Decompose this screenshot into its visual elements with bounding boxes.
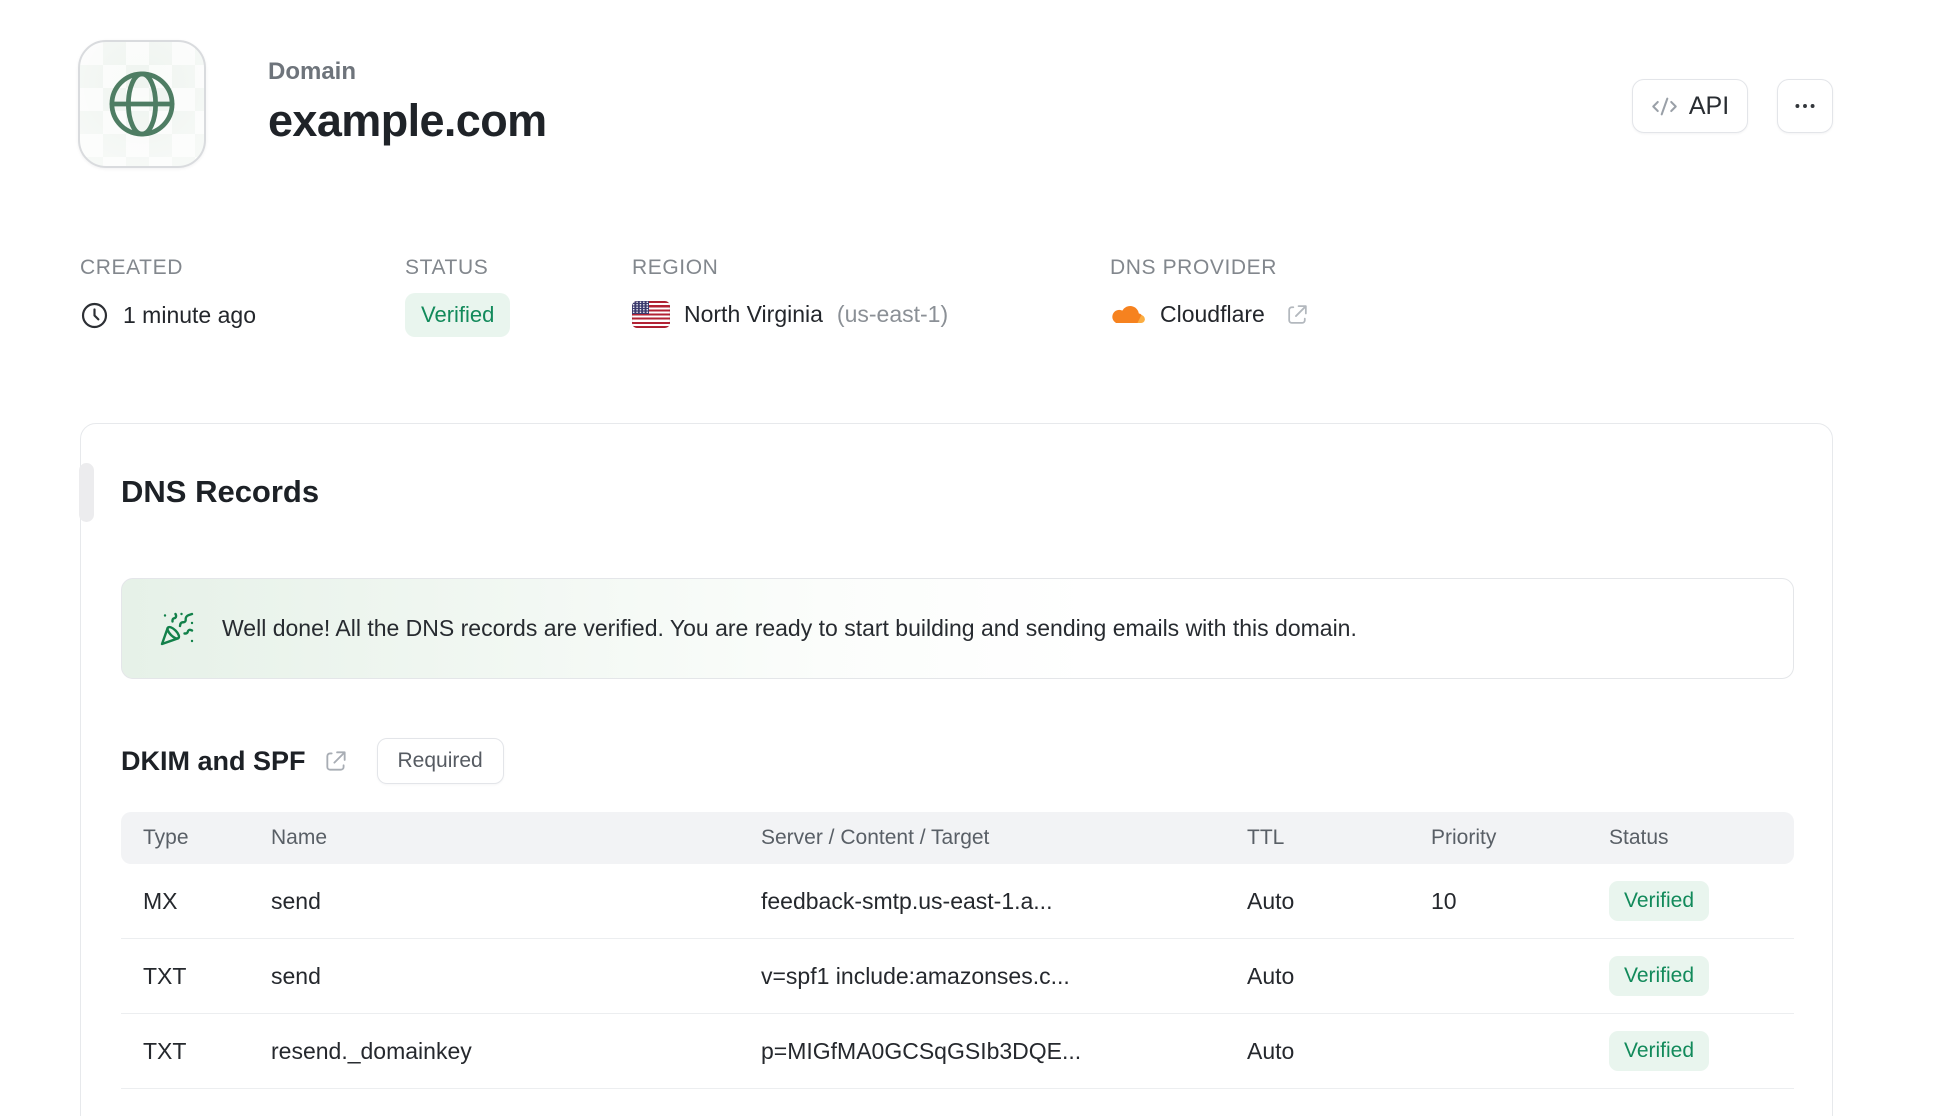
more-options-button[interactable] (1777, 79, 1833, 133)
col-type: Type (143, 826, 189, 849)
record-name: send (271, 962, 321, 989)
record-priority: 10 (1431, 887, 1457, 914)
page-title: example.com (268, 95, 547, 146)
created-label: CREATED (80, 256, 183, 279)
created-value: 1 minute ago (123, 302, 256, 328)
external-link-icon[interactable] (323, 748, 349, 774)
record-type: TXT (143, 962, 187, 989)
code-icon (1651, 93, 1678, 120)
meta-dns-provider: DNS PROVIDER Cloudflare (1110, 256, 1310, 328)
col-priority: Priority (1431, 826, 1497, 849)
record-ttl: Auto (1247, 887, 1295, 914)
table-row: TXT send v=spf1 include:amazonses.c... A… (121, 939, 1794, 1014)
external-link-icon[interactable] (1285, 302, 1310, 327)
dns-records-table: Type Name Server / Content / Target TTL … (121, 812, 1794, 1089)
dkim-spf-title: DKIM and SPF (121, 745, 306, 776)
record-status-badge: Verified (1609, 881, 1710, 921)
dns-records-card: DNS Records Well done! All the DNS recor… (79, 423, 1833, 1116)
region-label: REGION (632, 256, 719, 279)
record-content: p=MIGfMA0GCSqGSIb3DQE... (761, 1037, 1082, 1064)
party-popper-icon (159, 611, 195, 647)
status-badge: Verified (405, 293, 511, 337)
us-flag-icon (632, 301, 670, 328)
col-name: Name (271, 826, 328, 849)
record-content: feedback-smtp.us-east-1.a... (761, 887, 1053, 914)
region-code: (us-east-1) (836, 301, 949, 327)
cloudflare-icon (1110, 301, 1146, 328)
region-name: North Virginia (684, 301, 823, 327)
table-row: MX send feedback-smtp.us-east-1.a... Aut… (121, 864, 1794, 939)
record-name: send (271, 887, 321, 914)
record-ttl: Auto (1247, 962, 1295, 989)
col-ttl: TTL (1247, 826, 1285, 849)
dns-provider-label: DNS PROVIDER (1110, 256, 1278, 279)
status-label: STATUS (405, 256, 489, 279)
globe-icon (104, 66, 180, 142)
table-row: TXT resend._domainkey p=MIGfMA0GCSqGSIb3… (121, 1014, 1794, 1089)
col-status: Status (1609, 826, 1669, 849)
record-type: TXT (143, 1037, 187, 1064)
record-type: MX (143, 887, 178, 914)
record-ttl: Auto (1247, 1037, 1295, 1064)
dns-records-title: DNS Records (121, 474, 320, 509)
record-name: resend._domainkey (271, 1037, 472, 1064)
dns-provider-value: Cloudflare (1160, 301, 1265, 327)
record-status-badge: Verified (1609, 956, 1710, 996)
section-indicator (79, 463, 94, 522)
col-content: Server / Content / Target (761, 826, 990, 849)
domain-label: Domain (268, 58, 357, 85)
api-button[interactable]: API (1632, 79, 1748, 133)
page-heading: Domain example.com (268, 58, 547, 147)
record-status-badge: Verified (1609, 1031, 1710, 1071)
domain-avatar (78, 40, 206, 168)
meta-status: STATUS Verified (405, 256, 511, 337)
meta-created: CREATED 1 minute ago (80, 256, 256, 330)
record-content: v=spf1 include:amazonses.c... (761, 962, 1070, 989)
table-header-row: Type Name Server / Content / Target TTL … (121, 812, 1794, 864)
ellipsis-icon (1792, 93, 1818, 119)
clock-icon (80, 301, 109, 330)
required-badge: Required (376, 738, 504, 784)
success-banner: Well done! All the DNS records are verif… (121, 578, 1794, 679)
banner-message: Well done! All the DNS records are verif… (222, 615, 1357, 641)
api-button-label: API (1688, 91, 1730, 120)
meta-region: REGION North Virginia (us-east-1) (632, 256, 948, 328)
dkim-spf-section-head: DKIM and SPF Required (121, 738, 504, 784)
